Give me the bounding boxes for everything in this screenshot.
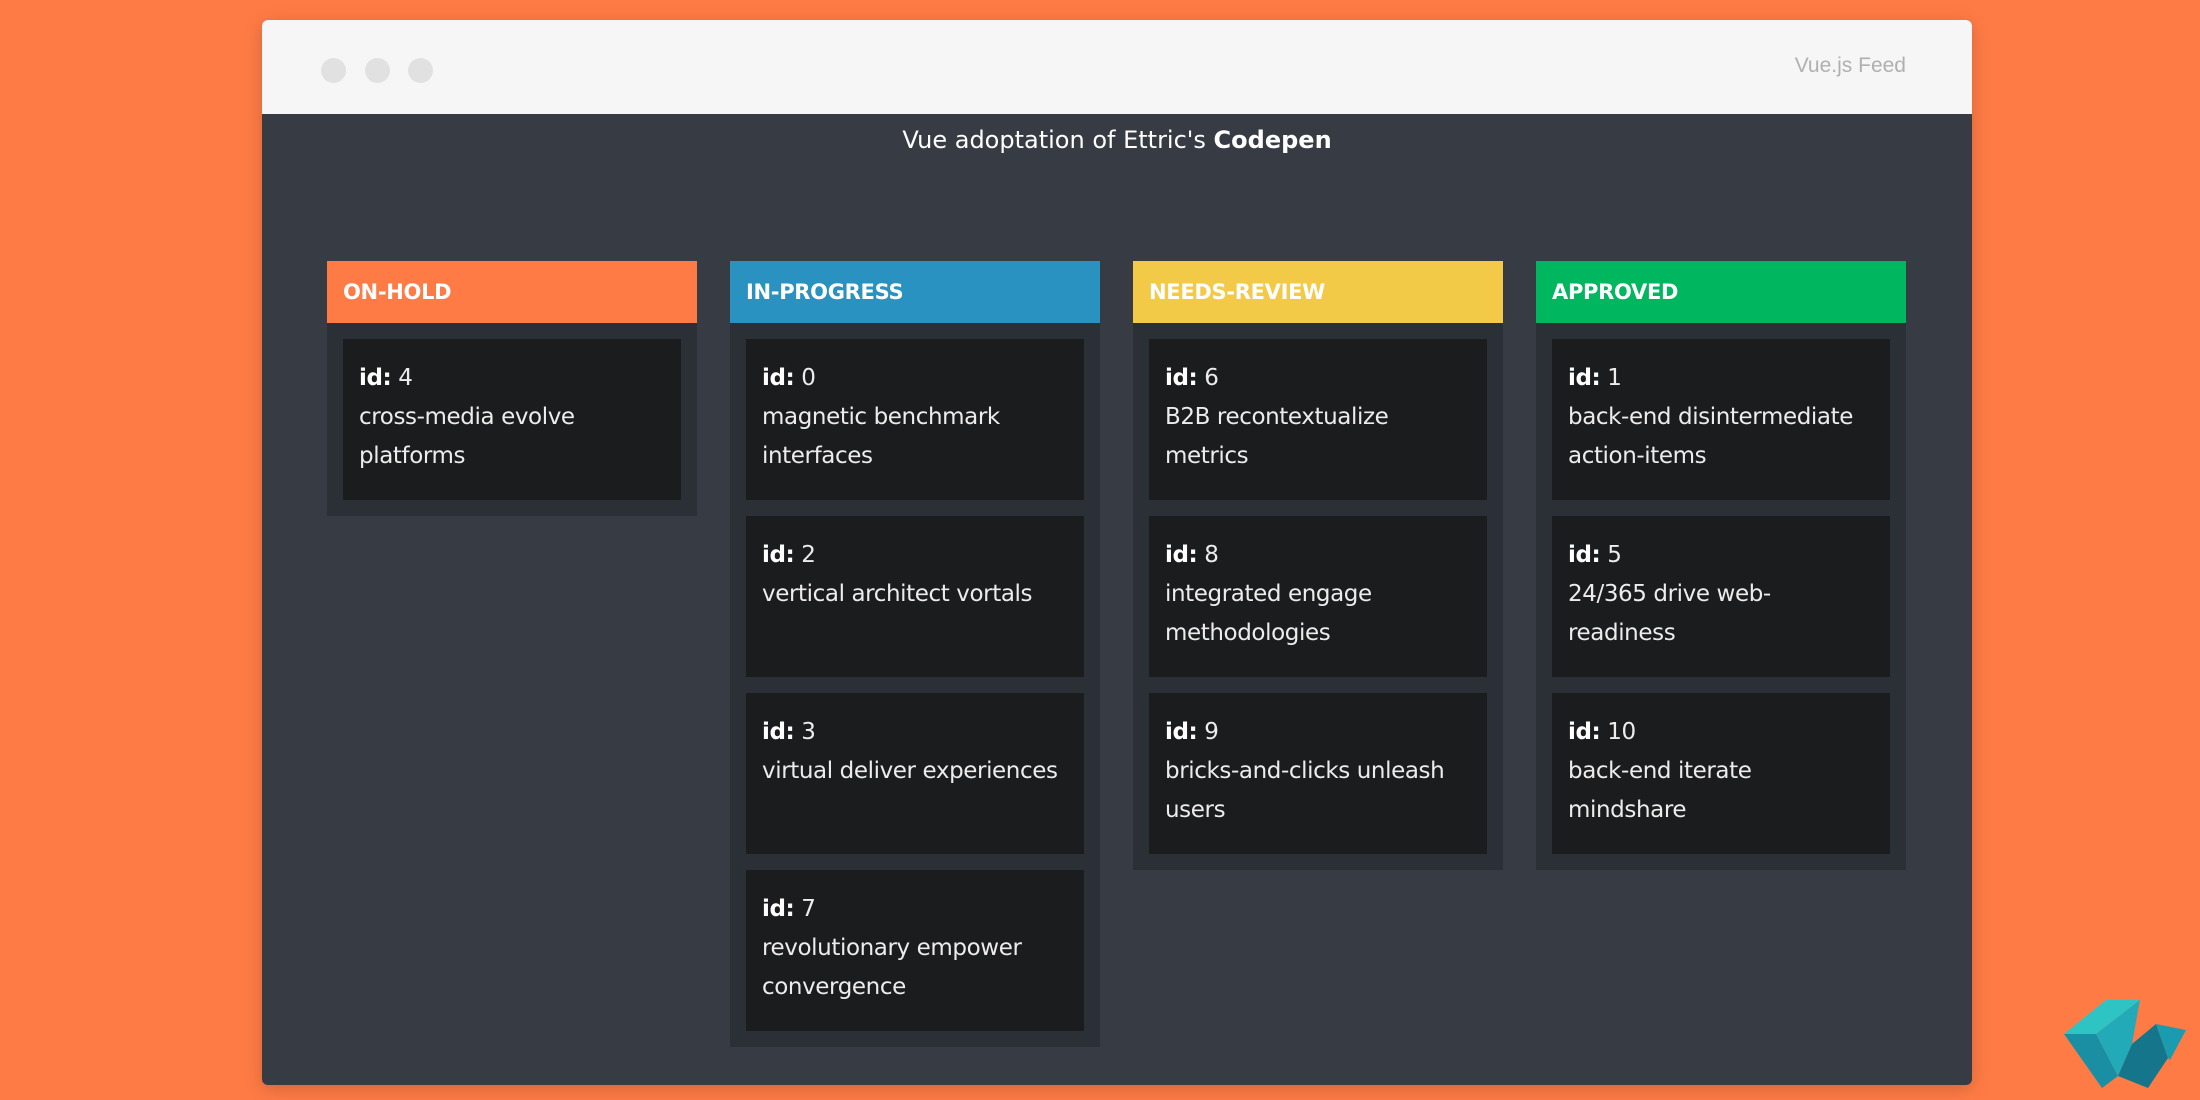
card-text: bricks-and-clicks unleash users [1165, 758, 1445, 823]
column-in-progress: IN-PROGRESS id: 0 magnetic benchmark int… [730, 261, 1100, 1047]
task-card[interactable]: id: 6 B2B recontextualize metrics [1149, 339, 1487, 500]
browser-window: Vue.js Feed Vue adoptation of Ettric's C… [262, 20, 1972, 1085]
minimize-dot-icon[interactable] [365, 58, 390, 83]
card-text: 24/365 drive web-readiness [1568, 581, 1771, 646]
task-card[interactable]: id: 8 integrated engage methodologies [1149, 516, 1487, 677]
card-id-label: id: [1568, 365, 1601, 391]
card-id: 7 [801, 896, 816, 922]
task-card[interactable]: id: 5 24/365 drive web-readiness [1552, 516, 1890, 677]
card-id-label: id: [1165, 542, 1198, 568]
card-id-label: id: [762, 896, 795, 922]
card-id-label: id: [762, 365, 795, 391]
card-id: 10 [1607, 719, 1636, 745]
heading-text: Vue adoptation of Ettric's [902, 126, 1206, 154]
card-text: virtual deliver experiences [762, 758, 1058, 784]
card-id-label: id: [762, 719, 795, 745]
column-needs-review: NEEDS-REVIEW id: 6 B2B recontextualize m… [1133, 261, 1503, 870]
task-card[interactable]: id: 1 back-end disintermediate action-it… [1552, 339, 1890, 500]
card-id: 0 [801, 365, 816, 391]
app-title: Vue.js Feed [1794, 54, 1906, 77]
vue-feed-logo-icon [2064, 1000, 2186, 1088]
card-text: integrated engage methodologies [1165, 581, 1372, 646]
column-header: NEEDS-REVIEW [1133, 261, 1503, 323]
task-card[interactable]: id: 0 magnetic benchmark interfaces [746, 339, 1084, 500]
card-id: 1 [1607, 365, 1622, 391]
card-id: 2 [801, 542, 816, 568]
window-titlebar: Vue.js Feed [262, 20, 1972, 114]
card-id: 6 [1204, 365, 1219, 391]
task-card[interactable]: id: 4 cross-media evolve platforms [343, 339, 681, 500]
maximize-dot-icon[interactable] [408, 58, 433, 83]
card-id-label: id: [762, 542, 795, 568]
card-id-label: id: [1568, 542, 1601, 568]
card-id-label: id: [1165, 365, 1198, 391]
page-heading: Vue adoptation of Ettric's Codepen [262, 126, 1972, 154]
task-card[interactable]: id: 7 revolutionary empower convergence [746, 870, 1084, 1031]
close-dot-icon[interactable] [321, 58, 346, 83]
column-on-hold: ON-HOLD id: 4 cross-media evolve platfor… [327, 261, 697, 516]
card-text: back-end disintermediate action-items [1568, 404, 1853, 469]
card-text: B2B recontextualize metrics [1165, 404, 1389, 469]
card-id: 4 [398, 365, 413, 391]
card-id: 9 [1204, 719, 1219, 745]
card-text: cross-media evolve platforms [359, 404, 575, 469]
column-header: IN-PROGRESS [730, 261, 1100, 323]
task-card[interactable]: id: 9 bricks-and-clicks unleash users [1149, 693, 1487, 854]
card-text: magnetic benchmark interfaces [762, 404, 1000, 469]
codepen-link[interactable]: Codepen [1214, 126, 1332, 154]
card-id: 8 [1204, 542, 1219, 568]
card-id-label: id: [359, 365, 392, 391]
card-id: 5 [1607, 542, 1622, 568]
task-card[interactable]: id: 3 virtual deliver experiences [746, 693, 1084, 854]
card-id-label: id: [1568, 719, 1601, 745]
card-text: back-end iterate mindshare [1568, 758, 1752, 823]
task-card[interactable]: id: 2 vertical architect vortals [746, 516, 1084, 677]
card-id-label: id: [1165, 719, 1198, 745]
column-header: ON-HOLD [327, 261, 697, 323]
column-header: APPROVED [1536, 261, 1906, 323]
task-card[interactable]: id: 10 back-end iterate mindshare [1552, 693, 1890, 854]
card-id: 3 [801, 719, 816, 745]
column-approved: APPROVED id: 1 back-end disintermediate … [1536, 261, 1906, 870]
card-text: revolutionary empower convergence [762, 935, 1022, 1000]
card-text: vertical architect vortals [762, 581, 1033, 607]
